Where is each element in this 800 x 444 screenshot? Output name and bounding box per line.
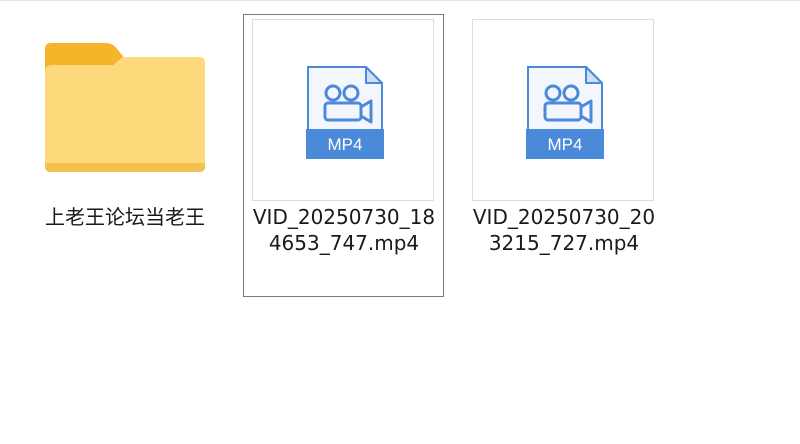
thumbnail-frame: MP4 bbox=[252, 19, 434, 201]
mp4-file-icon: MP4 bbox=[306, 66, 384, 159]
file-grid: 上老王论坛当老王 MP4 VID_20250730_184653_747.mp4 bbox=[0, 0, 800, 444]
mp4-badge-text: MP4 bbox=[328, 135, 363, 154]
file-item-video-1[interactable]: MP4 VID_20250730_184653_747.mp4 bbox=[243, 14, 444, 297]
mp4-badge-text: MP4 bbox=[548, 135, 583, 154]
folder-icon bbox=[45, 43, 205, 172]
thumbnail-frame: MP4 bbox=[472, 19, 654, 201]
file-item-folder[interactable]: 上老王论坛当老王 bbox=[24, 14, 224, 297]
file-name-label: 上老王论坛当老王 bbox=[45, 205, 205, 229]
file-name-label: VID_20250730_203215_727.mp4 bbox=[472, 205, 656, 255]
file-name-label: VID_20250730_184653_747.mp4 bbox=[252, 205, 436, 255]
file-item-video-2[interactable]: MP4 VID_20250730_203215_727.mp4 bbox=[463, 14, 663, 297]
mp4-file-icon: MP4 bbox=[526, 66, 604, 159]
